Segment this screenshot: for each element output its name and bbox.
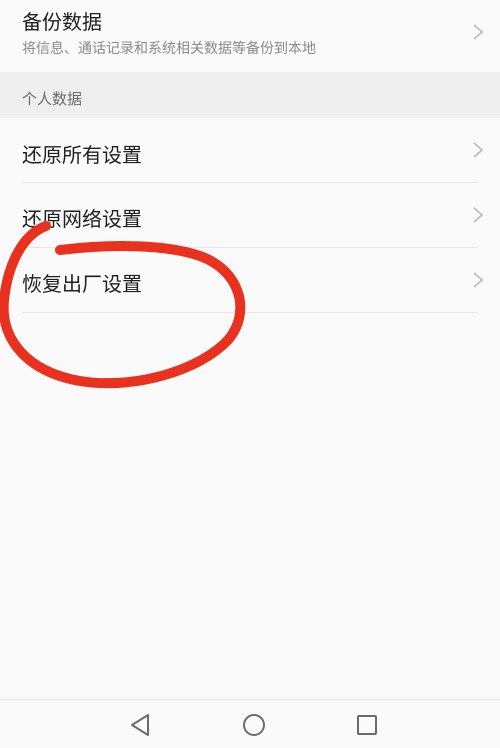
backup-data-subtitle: 将信息、通话记录和系统相关数据等备份到本地 [22, 41, 316, 57]
chevron-right-icon [473, 207, 484, 223]
backup-data-title: 备份数据 [22, 10, 102, 34]
square-recents-icon[interactable] [354, 712, 380, 738]
reset-network-settings-label: 还原网络设置 [22, 207, 142, 231]
reset-all-settings-row[interactable]: 还原所有设置 [0, 118, 500, 182]
reset-network-settings-row[interactable]: 还原网络设置 [0, 183, 500, 247]
triangle-back-icon[interactable] [128, 712, 154, 738]
chevron-right-icon [473, 272, 484, 288]
circle-home-icon[interactable] [241, 712, 267, 738]
factory-reset-label: 恢复出厂设置 [22, 272, 142, 296]
factory-reset-row[interactable]: 恢复出厂设置 [0, 248, 500, 312]
chevron-right-icon [473, 142, 484, 158]
personal-data-section-header: 个人数据 [0, 72, 500, 118]
reset-all-settings-label: 还原所有设置 [22, 143, 142, 167]
chevron-right-icon [473, 24, 484, 40]
section-label: 个人数据 [22, 90, 83, 108]
system-navigation-bar [0, 699, 500, 748]
backup-data-row[interactable]: 备份数据 将信息、通话记录和系统相关数据等备份到本地 [0, 0, 500, 72]
divider [22, 312, 478, 313]
